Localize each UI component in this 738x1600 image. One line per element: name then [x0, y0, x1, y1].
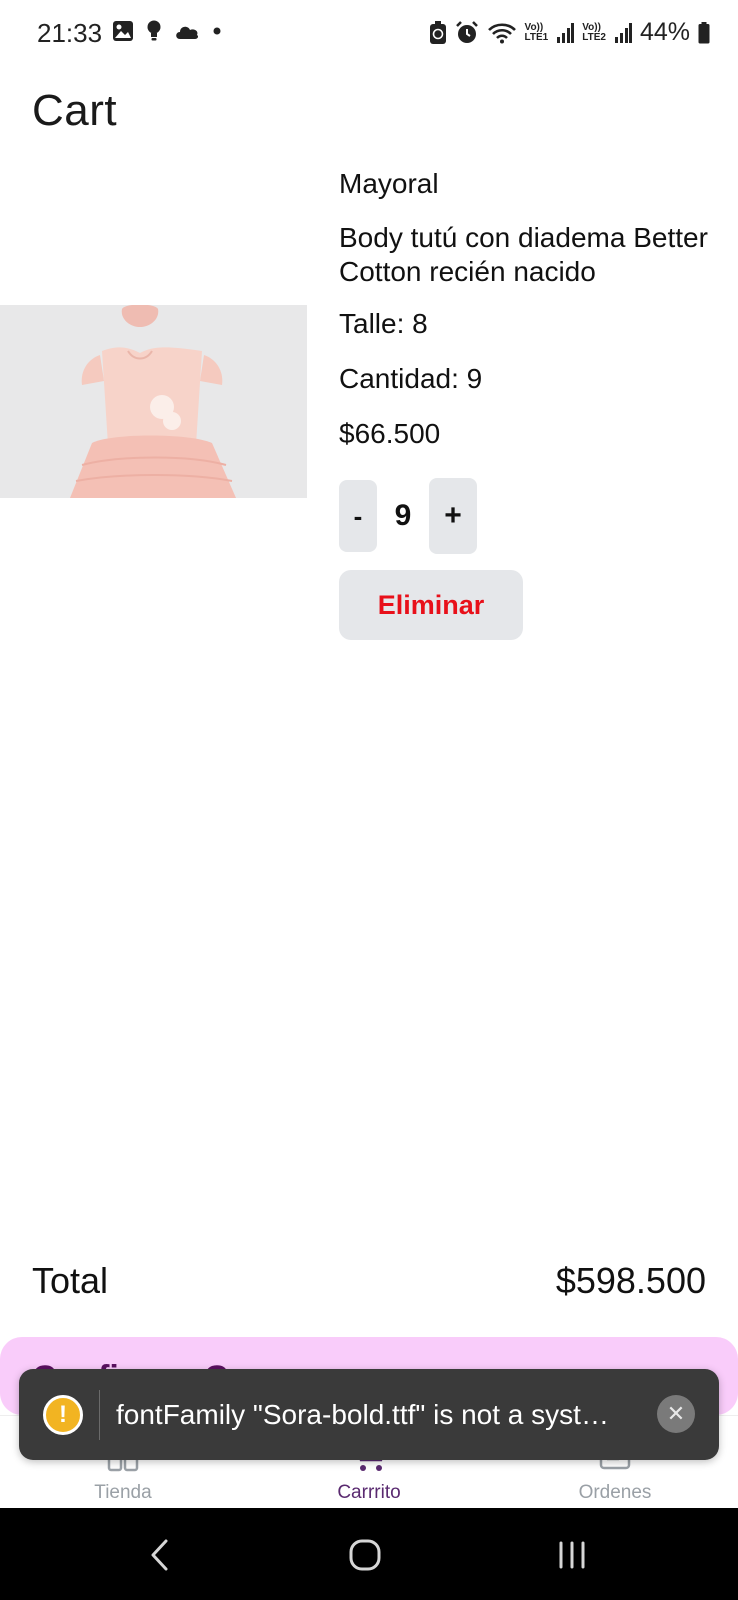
battery-percent: 44%	[639, 18, 690, 46]
total-label: Total	[32, 1260, 109, 1301]
product-info: Mayoral Body tutú con diadema Better Cot…	[339, 168, 738, 450]
product-image[interactable]	[0, 305, 307, 498]
status-notification-icons	[112, 20, 222, 42]
volte-label: Vo))	[582, 21, 601, 33]
gallery-icon	[113, 21, 133, 41]
remove-button[interactable]: Eliminar	[339, 570, 523, 640]
dress-tutu	[70, 435, 236, 498]
page-title: Cart	[32, 86, 118, 135]
status-bar: 21:33 Vo)) LTE1 Vo)) LTE2 44%	[0, 0, 738, 68]
product-price: $66.500	[339, 418, 441, 449]
signal-icon	[557, 22, 575, 43]
increment-button[interactable]: +	[429, 478, 477, 554]
system-nav-bar	[0, 1508, 738, 1600]
decrement-button[interactable]: -	[339, 480, 377, 552]
quantity-stepper: - 9 +	[339, 478, 477, 554]
product-size: Talle: 8	[339, 308, 428, 339]
back-icon	[151, 1539, 168, 1571]
notification-dot-icon	[213, 27, 221, 35]
total-value: $598.500	[555, 1260, 706, 1301]
lte1-indicator: Vo)) LTE1	[524, 21, 549, 43]
battery-icon	[698, 21, 710, 43]
warning-icon: !	[43, 1394, 83, 1435]
lte2-label: LTE2	[582, 31, 606, 43]
toast-divider	[99, 1389, 100, 1440]
status-system-icons: Vo)) LTE1 Vo)) LTE2 44%	[429, 18, 710, 47]
nav-back-button[interactable]	[130, 1530, 190, 1580]
lightbulb-icon	[147, 20, 161, 41]
tab-label: Ordenes	[578, 1482, 652, 1503]
close-icon[interactable]: ✕	[657, 1395, 695, 1433]
product-photo	[0, 305, 307, 498]
cloud-icon	[176, 26, 199, 39]
volte-label: Vo))	[524, 21, 544, 33]
signal-icon	[614, 22, 632, 43]
lte1-label: LTE1	[524, 31, 549, 43]
product-quantity: Cantidad: 9	[339, 363, 483, 394]
battery-saver-icon	[429, 20, 446, 44]
toast-message: fontFamily "Sora-bold.ttf" is not a syst…	[116, 1398, 609, 1430]
recents-icon	[559, 1541, 585, 1569]
home-icon	[349, 1539, 381, 1571]
status-time: 21:33	[37, 18, 103, 48]
dress-body	[102, 347, 202, 445]
nav-home-button[interactable]	[335, 1530, 395, 1580]
alarm-icon	[455, 20, 478, 43]
lte2-indicator: Vo)) LTE2	[582, 21, 606, 43]
product-brand: Mayoral	[339, 168, 439, 199]
product-name: Body tutú con diadema Better Cotton reci…	[339, 222, 708, 287]
wifi-icon	[487, 22, 516, 43]
quantity-value: 9	[394, 499, 412, 532]
warning-toast[interactable]: ! fontFamily "Sora-bold.ttf" is not a sy…	[19, 1369, 719, 1460]
tab-label: Tienda	[94, 1482, 152, 1503]
nav-recents-button[interactable]	[542, 1530, 602, 1580]
tab-label: Carrrito	[337, 1482, 401, 1503]
